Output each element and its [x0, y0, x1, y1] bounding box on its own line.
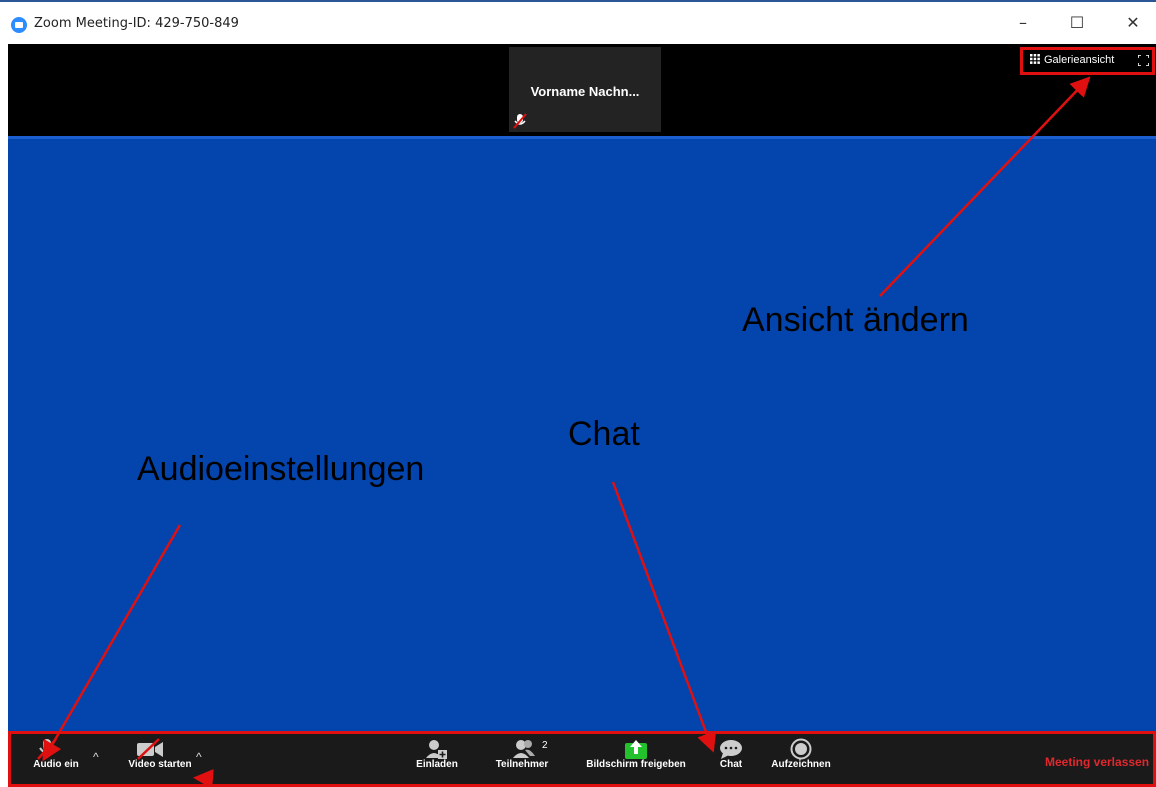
close-icon[interactable]: ✕: [1118, 10, 1148, 36]
gallery-view-label: Galerieansicht: [1044, 54, 1115, 66]
toolbar-highlight: [8, 731, 1156, 787]
zoom-app-icon: [11, 17, 27, 33]
participant-thumbnail[interactable]: Vorname Nachn...: [509, 47, 661, 132]
gallery-view-button[interactable]: Galerieansicht: [1030, 54, 1114, 66]
minimize-icon[interactable]: –: [1008, 10, 1038, 36]
window-title: Zoom Meeting-ID: 429-750-849: [34, 16, 239, 31]
window-titlebar: Zoom Meeting-ID: 429-750-849 – ☐ ✕: [0, 0, 1156, 44]
titlebar-accent: [0, 0, 1156, 2]
main-area-border: [8, 136, 1156, 139]
maximize-icon[interactable]: ☐: [1062, 10, 1092, 36]
grid-icon: [1030, 54, 1040, 64]
annotation-view-change: Ansicht ändern: [742, 301, 969, 339]
annotation-chat: Chat: [568, 415, 640, 453]
participant-name: Vorname Nachn...: [530, 84, 640, 99]
annotation-audio-settings: Audioeinstellungen: [137, 450, 425, 488]
muted-mic-icon: [513, 113, 527, 129]
fullscreen-icon[interactable]: [1138, 55, 1149, 66]
